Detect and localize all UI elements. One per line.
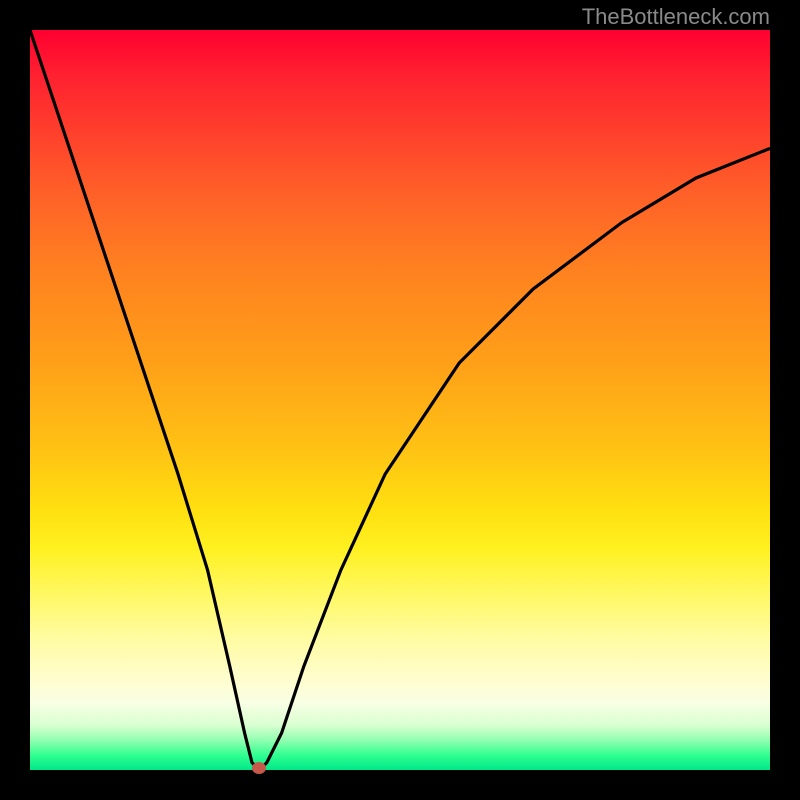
- bottleneck-curve: [30, 30, 770, 770]
- watermark-label: TheBottleneck.com: [582, 4, 770, 30]
- chart-stage: TheBottleneck.com: [0, 0, 800, 800]
- plot-area: [30, 30, 770, 770]
- minimum-marker: [252, 762, 266, 774]
- curve-svg: [30, 30, 770, 770]
